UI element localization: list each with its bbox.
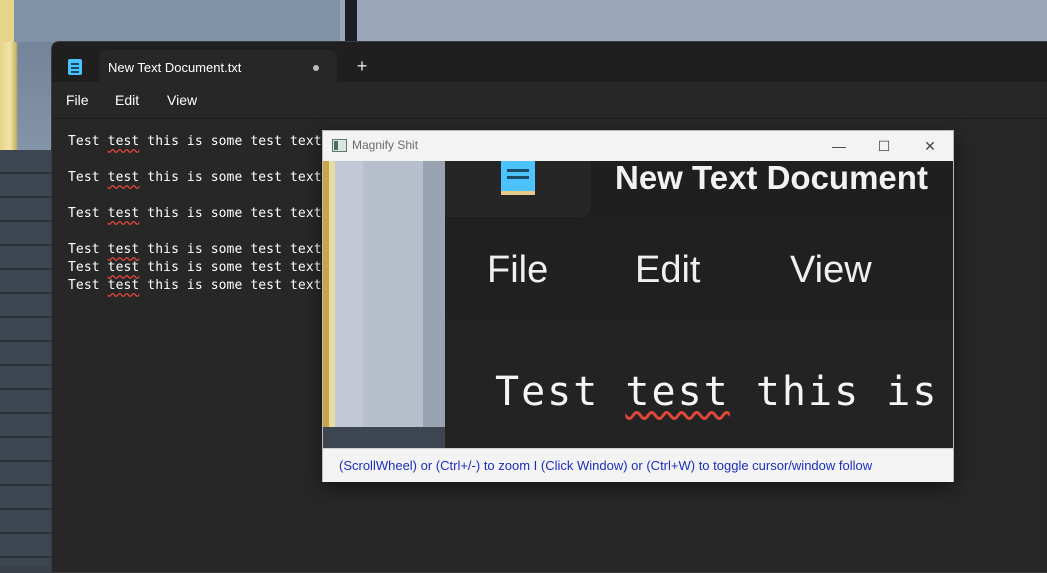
menu-file[interactable]: File	[66, 92, 89, 108]
magnified-spelling-error: test	[625, 369, 730, 415]
spelling-error[interactable]: test	[108, 134, 140, 149]
magnified-notepad-icon	[501, 161, 535, 195]
wallpaper-sky	[0, 0, 1047, 42]
window-title: Magnify Shit	[352, 138, 419, 152]
magnifier-footer: (ScrollWheel) or (Ctrl+/-) to zoom I (Cl…	[323, 448, 953, 482]
spelling-error[interactable]: test	[108, 170, 140, 185]
menu-edit[interactable]: Edit	[115, 92, 139, 108]
wallpaper-building	[0, 150, 52, 566]
spelling-error[interactable]: test	[108, 278, 140, 293]
magnifier-app-icon	[332, 139, 347, 152]
magnified-view[interactable]: New Text Document File Edit View Test te…	[323, 161, 953, 448]
magnified-menubar: File Edit View	[445, 219, 953, 321]
spelling-error[interactable]: test	[108, 242, 140, 257]
wallpaper-pole	[345, 0, 357, 42]
notepad-menubar: File Edit View	[52, 82, 1047, 119]
notepad-app-icon	[68, 59, 82, 75]
magnified-menu-view: View	[790, 249, 872, 291]
text-line: Test test this is some test text	[68, 260, 322, 275]
text-line: Test test this is some test text	[68, 170, 322, 185]
text-line: Test test this is some test text	[68, 278, 322, 293]
spelling-error[interactable]: test	[108, 206, 140, 221]
unsaved-dot-icon[interactable]	[313, 65, 319, 71]
help-text: (ScrollWheel) or (Ctrl+/-) to zoom I (Cl…	[339, 458, 873, 473]
magnified-text-line: Test test this is s	[495, 369, 953, 415]
notepad-tab[interactable]: New Text Document.txt	[99, 50, 337, 82]
text-line: Test test this is some test text	[68, 206, 322, 221]
maximize-button[interactable]: ☐	[861, 131, 907, 161]
magnified-menu-edit: Edit	[635, 249, 701, 291]
magnified-wallpaper	[323, 161, 445, 448]
close-button[interactable]: ✕	[907, 131, 953, 161]
menu-view[interactable]: View	[167, 92, 197, 108]
spelling-error[interactable]: test	[108, 260, 140, 275]
minimize-button[interactable]: —	[816, 131, 862, 161]
magnifier-window: Magnify Shit — ☐ ✕ New Text Document Fil…	[322, 130, 954, 482]
magnified-menu-file: File	[487, 249, 549, 291]
magnifier-titlebar[interactable]: Magnify Shit — ☐ ✕	[323, 131, 953, 161]
new-tab-button[interactable]: +	[351, 55, 373, 77]
notepad-titlebar[interactable]: New Text Document.txt +	[52, 42, 1047, 82]
text-line: Test test this is some test text	[68, 242, 322, 257]
tab-title: New Text Document.txt	[108, 60, 242, 75]
magnified-tab-title: New Text Document	[615, 161, 928, 196]
magnified-editor: Test test this is s	[445, 319, 953, 448]
magnified-building	[323, 427, 445, 448]
text-line: Test test this is some test text	[68, 134, 322, 149]
magnified-app-area	[445, 161, 591, 217]
